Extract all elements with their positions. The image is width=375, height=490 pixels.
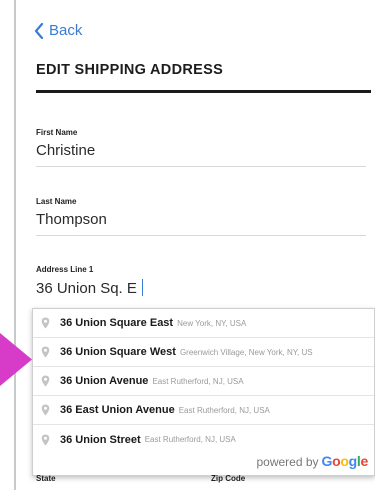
map-pin-icon xyxy=(41,346,50,358)
last-name-underline xyxy=(36,235,366,236)
last-name-label: Last Name xyxy=(36,197,77,206)
suggestion-main-text: 36 Union Square West xyxy=(60,346,176,358)
suggestion-item[interactable]: 36 Union Street East Rutherford, NJ, USA xyxy=(33,425,374,454)
suggestion-item[interactable]: 36 Union Square East New York, NY, USA xyxy=(33,309,374,338)
map-pin-icon xyxy=(41,434,50,445)
state-label: State xyxy=(36,474,56,483)
back-button[interactable]: Back xyxy=(34,22,82,39)
page-title: EDIT SHIPPING ADDRESS xyxy=(36,62,224,78)
suggestion-main-text: 36 Union Square East xyxy=(60,317,174,329)
logo-letter: g xyxy=(348,453,358,469)
suggestion-main-text: 36 East Union Avenue xyxy=(60,404,175,416)
suggestion-secondary-text: East Rutherford, NJ, USA xyxy=(144,435,236,444)
back-label: Back xyxy=(49,22,83,39)
suggestion-item[interactable]: 36 East Union Avenue East Rutherford, NJ… xyxy=(33,396,374,425)
edit-shipping-address-screen: Back EDIT SHIPPING ADDRESS First Name Ch… xyxy=(0,0,375,490)
text-caret xyxy=(141,279,143,296)
logo-letter: G xyxy=(321,453,333,469)
zip-code-label: Zip Code xyxy=(211,474,246,483)
suggestion-main-text: 36 Union Street xyxy=(60,433,141,446)
first-name-field[interactable]: First Name Christine xyxy=(36,128,366,167)
suggestion-main-text: 36 Union Avenue xyxy=(60,375,149,387)
powered-by-google: powered by Google xyxy=(256,453,368,469)
suggestion-secondary-text: East Rutherford, NJ, USA xyxy=(152,376,244,386)
suggestion-secondary-text: New York, NY, USA xyxy=(177,318,247,328)
logo-letter: e xyxy=(360,453,369,469)
suggestion-secondary-text: East Rutherford, NJ, USA xyxy=(178,405,270,415)
powered-by-text: powered by xyxy=(256,455,319,469)
address-line-1-value: 36 Union Sq. E xyxy=(36,280,137,297)
arrow-right-icon xyxy=(0,333,32,386)
suggestion-secondary-text: Greenwich Village, New York, NY, US xyxy=(179,347,313,357)
first-name-underline xyxy=(36,166,366,167)
map-pin-icon xyxy=(41,375,50,387)
map-pin-icon xyxy=(41,404,50,416)
chevron-left-icon xyxy=(34,22,44,39)
address-line-1-input[interactable]: 36 Union Sq. E xyxy=(36,279,366,299)
left-frame-line xyxy=(14,0,16,490)
address-suggestions-dropdown: 36 Union Square East New York, NY, USA 3… xyxy=(32,308,375,476)
suggestion-item[interactable]: 36 Union Avenue East Rutherford, NJ, USA xyxy=(33,367,374,396)
first-name-label: First Name xyxy=(36,128,78,137)
map-pin-icon xyxy=(41,317,50,329)
address-line-1-label: Address Line 1 xyxy=(36,265,94,274)
google-logo: Google xyxy=(321,453,369,469)
last-name-input[interactable]: Thompson xyxy=(36,211,366,231)
address-line-1-field[interactable]: Address Line 1 36 Union Sq. E xyxy=(36,265,366,299)
last-name-field[interactable]: Last Name Thompson xyxy=(36,197,366,236)
first-name-input[interactable]: Christine xyxy=(36,142,366,162)
title-divider xyxy=(36,90,371,93)
logo-letter: o xyxy=(340,453,349,469)
suggestion-item[interactable]: 36 Union Square West Greenwich Village, … xyxy=(33,338,374,367)
